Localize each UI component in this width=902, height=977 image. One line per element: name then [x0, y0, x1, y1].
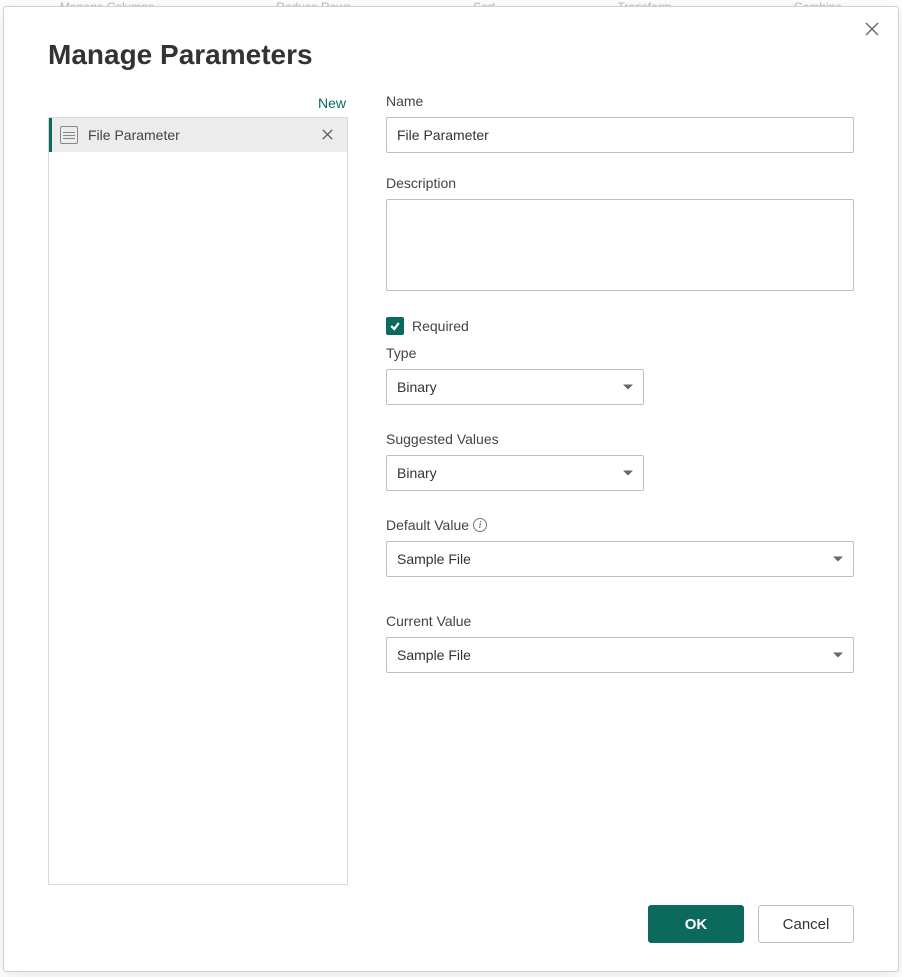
info-icon[interactable]: i [473, 518, 487, 532]
current-value-select-value: Sample File [397, 647, 471, 663]
parameter-icon [60, 126, 78, 144]
type-select[interactable]: Binary [386, 369, 644, 405]
suggested-values-label: Suggested Values [386, 431, 854, 447]
manage-parameters-dialog: Manage Parameters New File Parameter [3, 6, 899, 972]
suggested-values-select-value: Binary [397, 465, 437, 481]
current-value-select[interactable]: Sample File [386, 637, 854, 673]
current-value-label: Current Value [386, 613, 854, 629]
dialog-columns: New File Parameter [48, 93, 854, 885]
close-icon [865, 22, 879, 36]
default-value-select[interactable]: Sample File [386, 541, 854, 577]
dialog-footer: OK Cancel [4, 885, 898, 971]
dialog-title: Manage Parameters [48, 39, 854, 71]
ok-button[interactable]: OK [648, 905, 744, 943]
checkmark-icon [389, 320, 401, 332]
type-select-value: Binary [397, 379, 437, 395]
chevron-down-icon [833, 557, 843, 562]
required-row: Required [386, 317, 854, 335]
chevron-down-icon [623, 471, 633, 476]
parameters-panel: New File Parameter [48, 93, 348, 885]
default-value-select-value: Sample File [397, 551, 471, 567]
default-value-label: Default Value i [386, 517, 854, 533]
parameter-form: Name Description Required Type Binary [386, 93, 854, 885]
name-label: Name [386, 93, 854, 109]
dialog-body: Manage Parameters New File Parameter [4, 7, 898, 885]
default-value-label-text: Default Value [386, 517, 469, 533]
name-input[interactable] [386, 117, 854, 153]
parameter-list-item[interactable]: File Parameter [49, 118, 347, 152]
type-label: Type [386, 345, 854, 361]
parameter-item-label: File Parameter [88, 127, 308, 143]
app-backdrop: Manage Columns Reduce Rows Sort Transfor… [0, 0, 902, 977]
description-label: Description [386, 175, 854, 191]
description-input[interactable] [386, 199, 854, 291]
delete-parameter-button[interactable] [318, 125, 337, 145]
required-checkbox[interactable] [386, 317, 404, 335]
parameters-list: File Parameter [48, 117, 348, 885]
suggested-values-select[interactable]: Binary [386, 455, 644, 491]
required-label: Required [412, 318, 469, 334]
close-button[interactable] [858, 15, 886, 43]
cancel-button[interactable]: Cancel [758, 905, 854, 943]
new-parameter-link[interactable]: New [48, 93, 348, 117]
chevron-down-icon [833, 653, 843, 658]
close-icon [322, 129, 333, 140]
chevron-down-icon [623, 385, 633, 390]
